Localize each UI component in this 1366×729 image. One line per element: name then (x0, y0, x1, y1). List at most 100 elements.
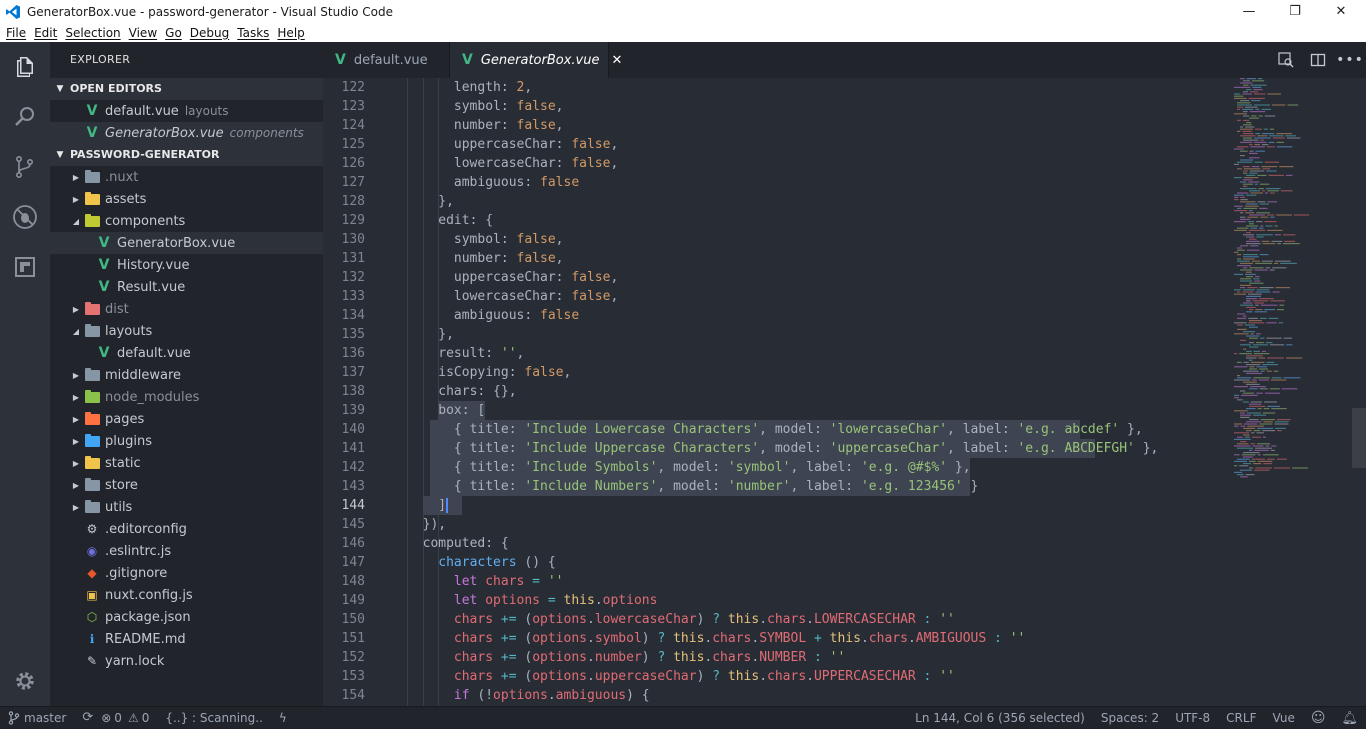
code-line[interactable]: box: [ (407, 401, 1158, 420)
code-line[interactable]: chars += (options.symbol) ? this.chars.S… (407, 629, 1158, 648)
tree-item[interactable]: ◢ components (50, 210, 323, 232)
tree-item[interactable]: ▶ .nuxt (50, 166, 323, 188)
split-editor-button[interactable] (1302, 42, 1334, 78)
more-actions-button[interactable]: ••• (1334, 42, 1366, 78)
extensions-button[interactable] (0, 242, 50, 292)
tree-item[interactable]: ▶ static (50, 452, 323, 474)
code-line[interactable]: ambiguous: false (407, 306, 1158, 325)
minimize-button[interactable]: — (1226, 0, 1272, 23)
tab-default-vue[interactable]: V default.vue (323, 42, 450, 78)
tree-item[interactable]: ◢ layouts (50, 320, 323, 342)
code-line[interactable]: chars: {}, (407, 382, 1158, 401)
menu-selection[interactable]: Selection (61, 26, 124, 40)
sync-button[interactable]: ⟳ (74, 707, 101, 729)
tree-item[interactable]: Vdefault.vue (50, 342, 323, 364)
code-line[interactable]: lowercaseChar: false, (407, 287, 1158, 306)
menu-file[interactable]: File (2, 26, 30, 40)
code-line[interactable]: if (!options.ambiguous) { (407, 686, 1158, 705)
tree-item[interactable]: ▶ node_modules (50, 386, 323, 408)
language-mode[interactable]: Vue (1264, 707, 1302, 729)
close-window-button[interactable]: ✕ (1318, 0, 1364, 23)
tree-item[interactable]: ⬡ package.json (50, 606, 323, 628)
open-editor-item[interactable]: Vdefault.vue layouts (50, 100, 323, 122)
code-line[interactable]: lowercaseChar: false, (407, 154, 1158, 173)
notifications-button[interactable]: 🔔︎ (1333, 707, 1366, 729)
debug-button[interactable] (0, 192, 50, 242)
open-editors-header[interactable]: ▼ OPEN EDITORS (50, 78, 323, 100)
git-branch[interactable]: master (0, 707, 74, 729)
close-tab-icon[interactable]: ✕ (612, 53, 623, 68)
open-changes-button[interactable] (1270, 42, 1302, 78)
code-line[interactable]: { title: 'Include Numbers', model: 'numb… (407, 477, 1158, 496)
feedback-button[interactable]: ☺ (1303, 707, 1334, 729)
code-line[interactable]: }, (407, 325, 1158, 344)
code-line[interactable]: chars += (options.number) ? this.chars.N… (407, 648, 1158, 667)
tree-item[interactable]: ▣ nuxt.config.js (50, 584, 323, 606)
code-line[interactable]: { title: 'Include Symbols', model: 'symb… (407, 458, 1158, 477)
code-line[interactable]: uppercaseChar: false, (407, 268, 1158, 287)
code-line[interactable]: }), (407, 515, 1158, 534)
open-editor-item[interactable]: V GeneratorBox.vue components (50, 122, 323, 144)
tree-item[interactable]: ▶ middleware (50, 364, 323, 386)
tree-item[interactable]: ▶ utils (50, 496, 323, 518)
cursor-position[interactable]: Ln 144, Col 6 (356 selected) (907, 707, 1093, 729)
tree-item[interactable]: ⚙ .editorconfig (50, 518, 323, 540)
menu-help[interactable]: Help (273, 26, 308, 40)
code-line[interactable]: symbol: false, (407, 97, 1158, 116)
menu-debug[interactable]: Debug (186, 26, 233, 40)
project-header[interactable]: ▼ PASSWORD-GENERATOR (50, 144, 323, 166)
vertical-scrollbar[interactable] (1352, 408, 1366, 468)
search-button[interactable] (0, 92, 50, 142)
code-line[interactable]: uppercaseChar: false, (407, 135, 1158, 154)
tree-item[interactable]: ▶ assets (50, 188, 323, 210)
menu-tasks[interactable]: Tasks (233, 26, 273, 40)
code-line[interactable]: symbol: false, (407, 230, 1158, 249)
menu-go[interactable]: Go (161, 26, 186, 40)
menu-edit[interactable]: Edit (30, 26, 61, 40)
explorer-button[interactable] (0, 42, 50, 92)
source-control-button[interactable] (0, 142, 50, 192)
code-line[interactable]: ] (407, 496, 1158, 515)
tree-item[interactable]: V GeneratorBox.vue (50, 232, 323, 254)
maximize-button[interactable]: ❐ (1272, 0, 1318, 23)
code-line[interactable]: computed: { (407, 534, 1158, 553)
tree-item[interactable]: ▶ plugins (50, 430, 323, 452)
tree-item[interactable]: ▶ dist (50, 298, 323, 320)
tab-generatorbox-vue[interactable]: V GeneratorBox.vue ✕ (450, 42, 622, 78)
tree-item[interactable]: ◆ .gitignore (50, 562, 323, 584)
code-content[interactable]: length: 2, symbol: false, number: false, up… (407, 78, 1158, 705)
tree-item[interactable]: ▶ store (50, 474, 323, 496)
tree-item[interactable]: ✎ yarn.lock (50, 650, 323, 672)
code-line[interactable]: number: false, (407, 249, 1158, 268)
code-line[interactable]: result: '', (407, 344, 1158, 363)
code-line[interactable]: ambiguous: false (407, 173, 1158, 192)
code-line[interactable]: number: false, (407, 116, 1158, 135)
minimap-line (1251, 436, 1261, 438)
indentation[interactable]: Spaces: 2 (1093, 707, 1167, 729)
scanning-status[interactable]: {..} : Scanning.. (157, 707, 271, 729)
tree-item[interactable]: ▶ pages (50, 408, 323, 430)
code-line[interactable]: edit: { (407, 211, 1158, 230)
code-line[interactable]: isCopying: false, (407, 363, 1158, 382)
code-line[interactable]: let options = this.options (407, 591, 1158, 610)
menu-view[interactable]: View (125, 26, 161, 40)
code-line[interactable]: length: 2, (407, 78, 1158, 97)
code-line[interactable]: }, (407, 192, 1158, 211)
tree-item[interactable]: ◉ .eslintrc.js (50, 540, 323, 562)
problems-indicator[interactable]: ⊗ 0 ⚠ 0 (101, 707, 157, 729)
encoding[interactable]: UTF-8 (1167, 707, 1218, 729)
minimap[interactable] (1232, 78, 1352, 706)
line-ending[interactable]: CRLF (1218, 707, 1264, 729)
code-line[interactable]: { title: 'Include Lowercase Characters',… (407, 420, 1158, 439)
tree-item[interactable]: ℹ README.md (50, 628, 323, 650)
lightning-button[interactable]: ϟ (271, 707, 295, 729)
settings-button[interactable] (0, 656, 50, 706)
tree-item[interactable]: V Result.vue (50, 276, 323, 298)
code-line[interactable]: let chars = '' (407, 572, 1158, 591)
code-line[interactable]: chars += (options.lowercaseChar) ? this.… (407, 610, 1158, 629)
code-line[interactable]: chars += (options.uppercaseChar) ? this.… (407, 667, 1158, 686)
tree-item[interactable]: V History.vue (50, 254, 323, 276)
code-editor[interactable]: 122 123 124 125 126 127 128 129 130 131 132 133 134 1… (323, 78, 1366, 706)
code-line[interactable]: characters () { (407, 553, 1158, 572)
code-line[interactable]: { title: 'Include Uppercase Characters',… (407, 439, 1158, 458)
